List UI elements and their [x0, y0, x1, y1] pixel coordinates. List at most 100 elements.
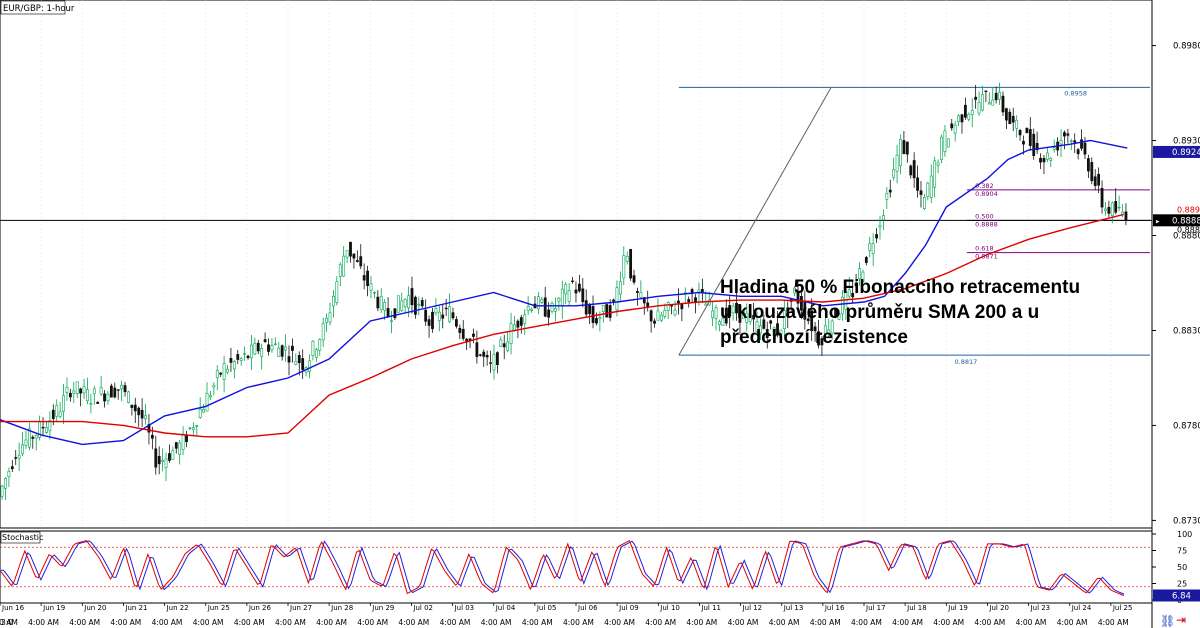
candle-body [680, 303, 684, 310]
candle-body [516, 320, 520, 328]
stoch-tick-label: 75 [1177, 547, 1187, 556]
candle-body [311, 340, 315, 356]
current-price-marker: ▸ [1156, 217, 1160, 225]
candle [629, 248, 633, 281]
candle-body [967, 113, 971, 120]
candle-body [407, 295, 410, 309]
candle-body [332, 295, 335, 307]
candle-body [31, 436, 35, 439]
candle-body [933, 160, 937, 188]
candle-body [386, 308, 390, 317]
candle-body [492, 354, 496, 371]
candle [940, 134, 943, 164]
candle-body [885, 193, 889, 200]
time-label: 4:00 AM [933, 618, 964, 627]
candle-body [181, 433, 185, 450]
candle [396, 295, 400, 313]
candle-body [256, 342, 260, 352]
candle-body [711, 310, 715, 319]
candle-body [574, 289, 578, 294]
time-axis: Jun 164:00 AMJun 194:00 AMJun 204:00 AMJ… [0, 603, 1132, 627]
price-tick-label: 0.8980 [1173, 42, 1200, 52]
candle-body [957, 115, 960, 122]
candle-body [618, 281, 622, 295]
candle-body [1097, 173, 1101, 186]
time-label: 4:00 AM [110, 618, 141, 627]
date-label: Jun 25 [207, 604, 230, 612]
candle-body [567, 290, 571, 302]
candle-body [943, 130, 947, 152]
candle-body [663, 310, 667, 317]
sma-fast-price-label: 0.8924 [1172, 148, 1200, 158]
candle-body [178, 442, 182, 455]
time-label: 4:00 AM [810, 618, 841, 627]
candle-body [564, 284, 568, 295]
indicator-label: Stochastic [0, 531, 43, 544]
candle-body [909, 165, 913, 176]
annotation-line-2: u klouzavého průměru SMA 200 a u [720, 302, 1040, 323]
candle-body [161, 459, 165, 463]
date-label: Jul 20 [988, 604, 1009, 612]
candle-body [195, 425, 199, 427]
candle-body [325, 317, 328, 323]
candle-body [1022, 140, 1025, 145]
candle-body [232, 361, 236, 370]
candle-body [659, 314, 663, 321]
candle-body [226, 368, 229, 373]
candle-body [666, 302, 670, 311]
candle-body [99, 387, 103, 395]
candle-body [345, 250, 349, 258]
candle-body [960, 114, 964, 123]
candle-body [379, 296, 383, 310]
time-label: 4:00 AM [728, 618, 759, 627]
candle-body [1052, 147, 1056, 150]
candle-body [615, 287, 619, 311]
candle-body [899, 139, 902, 166]
candle-body [342, 255, 346, 277]
symbol-title: EUR/GBP: 1-hour [3, 4, 75, 14]
candle-body [875, 234, 878, 239]
date-label: Jul 05 [536, 604, 557, 612]
price-above-label: 0.8892 [1177, 205, 1200, 214]
candle-body [629, 248, 633, 279]
scroll-end-icon[interactable]: ⇥ [1176, 613, 1186, 627]
link-icon[interactable]: ⛓ [1160, 614, 1175, 628]
candle-body [243, 353, 247, 355]
candle-body [1080, 139, 1083, 149]
fib-ratio-label: 0.500 [975, 212, 994, 220]
candle-body [694, 297, 697, 303]
candle-body [410, 288, 414, 306]
candle-body [362, 275, 366, 281]
candle-body [229, 358, 233, 363]
candle-body [690, 289, 694, 293]
price-below-label: 0.8889 [1177, 225, 1200, 234]
date-label: Jul 13 [783, 604, 804, 612]
time-label: 4:00 AM [563, 618, 594, 627]
candle-body [547, 309, 551, 318]
candle-body [1028, 129, 1032, 146]
candle-body [127, 391, 130, 403]
date-label: Jun 19 [42, 604, 65, 612]
candle-body [687, 299, 691, 303]
candle-body [536, 296, 540, 310]
candle-body [526, 305, 530, 311]
candle-body [236, 354, 240, 360]
candle-body [571, 280, 574, 283]
symbol-label: EUR/GBP: 1-hour [0, 0, 75, 15]
candle-body [437, 311, 441, 321]
candle-body [919, 190, 923, 195]
candle-body [506, 341, 510, 351]
candle-body [427, 319, 431, 326]
date-label: Jul 19 [947, 604, 968, 612]
date-label: Jun 29 [371, 604, 394, 612]
price-tick-label: 0.8780 [1173, 421, 1200, 431]
candle-body [882, 215, 885, 221]
candle-body [591, 306, 595, 323]
time-label: 4:00 AM [686, 618, 717, 627]
candle-body [41, 426, 45, 429]
date-label: Jul 04 [495, 604, 516, 612]
candle-body [287, 356, 291, 363]
candle-body [598, 317, 602, 320]
time-label: 4:00 AM [769, 618, 800, 627]
candle-body [1004, 108, 1008, 121]
